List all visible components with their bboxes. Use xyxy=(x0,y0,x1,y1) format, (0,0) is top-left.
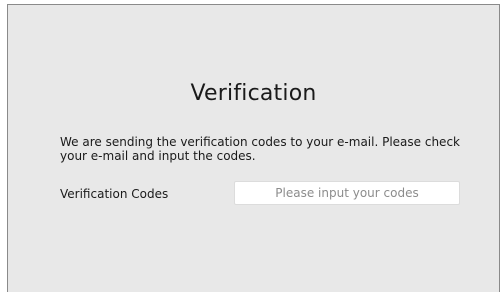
page-title: Verification xyxy=(190,81,317,106)
verification-codes-label: Verification Codes xyxy=(60,187,169,201)
verification-panel: Verification We are sending the verifica… xyxy=(7,4,500,292)
verification-codes-input[interactable] xyxy=(234,181,460,205)
instruction-message: We are sending the verification codes to… xyxy=(60,135,460,163)
